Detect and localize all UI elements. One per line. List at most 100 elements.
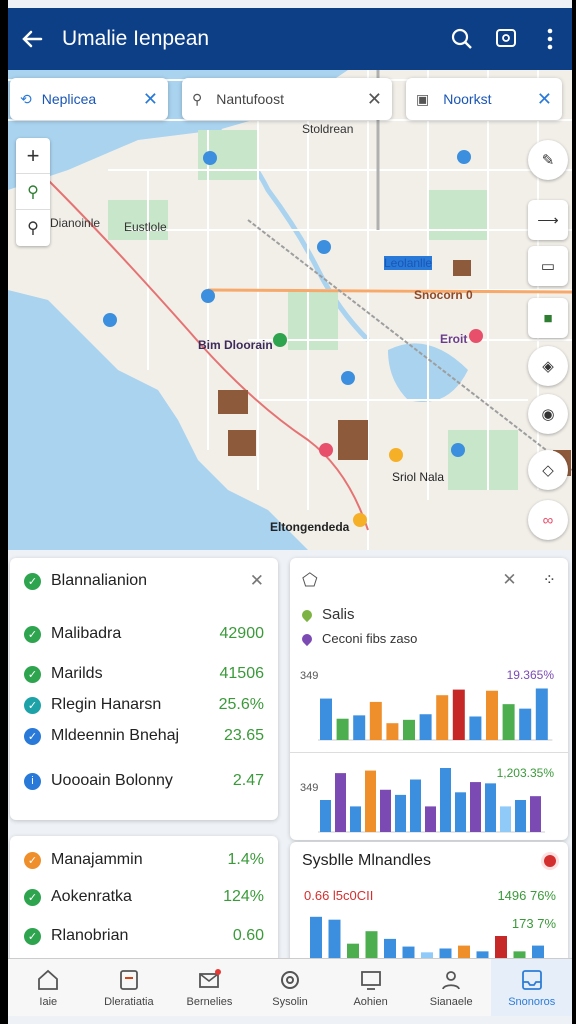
search-chip-3[interactable]: ▣ Noorkst ✕ — [406, 78, 562, 120]
search-chip-2[interactable]: ⚲ Nantufoost ✕ — [182, 78, 392, 120]
chart-bar[interactable] — [486, 690, 498, 740]
chart-bar[interactable] — [495, 936, 507, 960]
nav-item-monitor[interactable]: Aohien — [330, 959, 411, 1016]
list-item[interactable]: ✓ Aokenratka 124% — [10, 880, 278, 914]
map-label: Dianoinle — [50, 216, 101, 230]
chart-bar[interactable] — [470, 782, 481, 832]
chart-bar[interactable] — [410, 779, 421, 832]
chart-bar[interactable] — [469, 716, 482, 740]
item-value: 41506 — [219, 665, 265, 682]
measure-tool-button[interactable]: ⟶ — [528, 200, 568, 240]
chart-bar[interactable] — [384, 938, 396, 960]
chart-bar[interactable] — [353, 715, 366, 740]
search-button[interactable] — [440, 17, 484, 61]
close-icon[interactable]: ✕ — [367, 89, 382, 110]
item-value: 2.47 — [232, 772, 264, 789]
chart-bar[interactable] — [365, 931, 378, 960]
chart-bar[interactable] — [335, 773, 346, 832]
record-icon[interactable] — [544, 855, 556, 867]
list-item[interactable]: ✓ Manajammin 1.4% — [10, 840, 278, 880]
map-type-button[interactable]: ■ — [528, 298, 568, 338]
layers-tool-button[interactable]: ▭ — [528, 246, 568, 286]
sub-note: 1496 76% — [497, 888, 556, 903]
sub-chart-card: Sysblle Mlnandles 0.66 l5c0CII 1496 76% … — [290, 842, 568, 966]
list-item[interactable]: ✓ Rlanobrian 0.60 — [10, 914, 278, 958]
chart-bar[interactable] — [436, 695, 449, 740]
location-button[interactable]: ◉ — [528, 394, 568, 434]
walk-icon[interactable]: ⚲ — [16, 174, 50, 210]
mail-icon — [199, 968, 222, 988]
chart-bar[interactable] — [419, 714, 432, 740]
chart-bar[interactable] — [452, 689, 465, 740]
list-item[interactable]: ✓ Rlegin Hanarsn 25.6% — [10, 694, 278, 716]
nav-item-messages[interactable]: Bernelies — [169, 959, 250, 1016]
zoom-in-button[interactable]: + — [16, 138, 50, 174]
route-button[interactable]: ∞ — [528, 500, 568, 540]
close-icon[interactable]: ✕ — [502, 570, 516, 590]
nav-item-settings[interactable]: Sysolin — [250, 959, 331, 1016]
arrow-left-icon — [22, 30, 43, 48]
chart-bar[interactable] — [395, 794, 406, 832]
chat-button[interactable] — [484, 17, 528, 61]
chart-bar[interactable] — [455, 792, 466, 832]
item-label: Aokenratka — [51, 888, 132, 905]
back-button[interactable] — [12, 19, 52, 59]
chart-bar[interactable] — [515, 800, 526, 832]
list-item[interactable]: ✓ Malibadra 42900 — [10, 614, 278, 654]
chart-bar[interactable] — [535, 688, 548, 740]
chart-bar[interactable] — [500, 806, 511, 832]
check-icon: ✓ — [24, 665, 41, 683]
check-icon: ✓ — [24, 727, 41, 745]
home-icon — [38, 969, 59, 990]
list-item[interactable]: i Uoooain Bolonny 2.47 — [10, 756, 278, 806]
chart-bar[interactable] — [310, 916, 322, 960]
chart-bar[interactable] — [530, 796, 541, 832]
close-icon[interactable]: ✕ — [250, 571, 264, 591]
item-value: 0.60 — [232, 927, 264, 944]
close-icon[interactable]: ✕ — [537, 89, 552, 110]
chart-bar[interactable] — [365, 770, 376, 832]
chart-bar[interactable] — [403, 719, 415, 740]
ruler-icon: ⟶ — [537, 212, 559, 229]
navigate-button[interactable]: ◇ — [528, 450, 568, 490]
nav-item-profile[interactable]: Sianaele — [411, 959, 492, 1016]
list-item[interactable]: ✓ Mldeennin Bnehaj 23.65 — [10, 716, 278, 756]
chart-bar[interactable] — [425, 806, 436, 832]
edit-tool-button[interactable]: ✎ — [528, 140, 568, 180]
list-item[interactable]: ✓ Marilds 41506 — [10, 654, 278, 694]
chart-bar[interactable] — [386, 723, 399, 740]
chart-bar[interactable] — [485, 783, 496, 832]
shape-icon: ⬠ — [302, 569, 318, 590]
grid-icon[interactable]: ⁘ — [543, 570, 556, 590]
chart-bar[interactable] — [519, 708, 532, 740]
sub-card-header: Sysblle Mlnandles — [290, 842, 568, 880]
map-view[interactable]: ⟲ Neplicea ✕ ⚲ Nantufoost ✕ ▣ Noorkst ✕ … — [8, 70, 572, 550]
page-title: Umalie Ienpean — [62, 27, 210, 50]
chart-bar[interactable] — [440, 768, 451, 832]
nav-label: Bernelies — [186, 995, 233, 1008]
chart-bar[interactable] — [369, 701, 382, 740]
chart-bar[interactable] — [502, 704, 515, 740]
map-label: Eustlole — [124, 220, 167, 234]
pin-icon[interactable]: ⚲ — [16, 210, 50, 246]
chart-bar[interactable] — [336, 718, 349, 740]
check-icon: ✓ — [24, 888, 41, 906]
nav-item-home[interactable]: Iaie — [8, 959, 89, 1016]
chart-bar[interactable] — [320, 698, 332, 740]
nav-item-documents[interactable]: Dleratiatia — [89, 959, 170, 1016]
nav-item-inbox[interactable]: Snonoros — [491, 959, 572, 1016]
chart-bar[interactable] — [380, 789, 391, 832]
search-chip-1[interactable]: ⟲ Neplicea ✕ — [10, 78, 168, 120]
more-button[interactable] — [528, 17, 572, 61]
sub-note: 0.66 l5c0CII — [304, 888, 374, 903]
diamond-icon: ◇ — [542, 462, 554, 479]
chart-bar[interactable] — [328, 919, 341, 960]
chart-bar[interactable] — [350, 806, 361, 832]
compass-button[interactable]: ◈ — [528, 346, 568, 386]
nav-label: Iaie — [39, 995, 58, 1008]
top-bar: Umalie Ienpean — [8, 8, 572, 70]
card-header: ✓ Blannalianion ✕ — [10, 558, 278, 604]
chart-bar[interactable] — [320, 800, 331, 832]
close-icon[interactable]: ✕ — [143, 89, 158, 110]
item-value: 25.6% — [218, 696, 264, 713]
